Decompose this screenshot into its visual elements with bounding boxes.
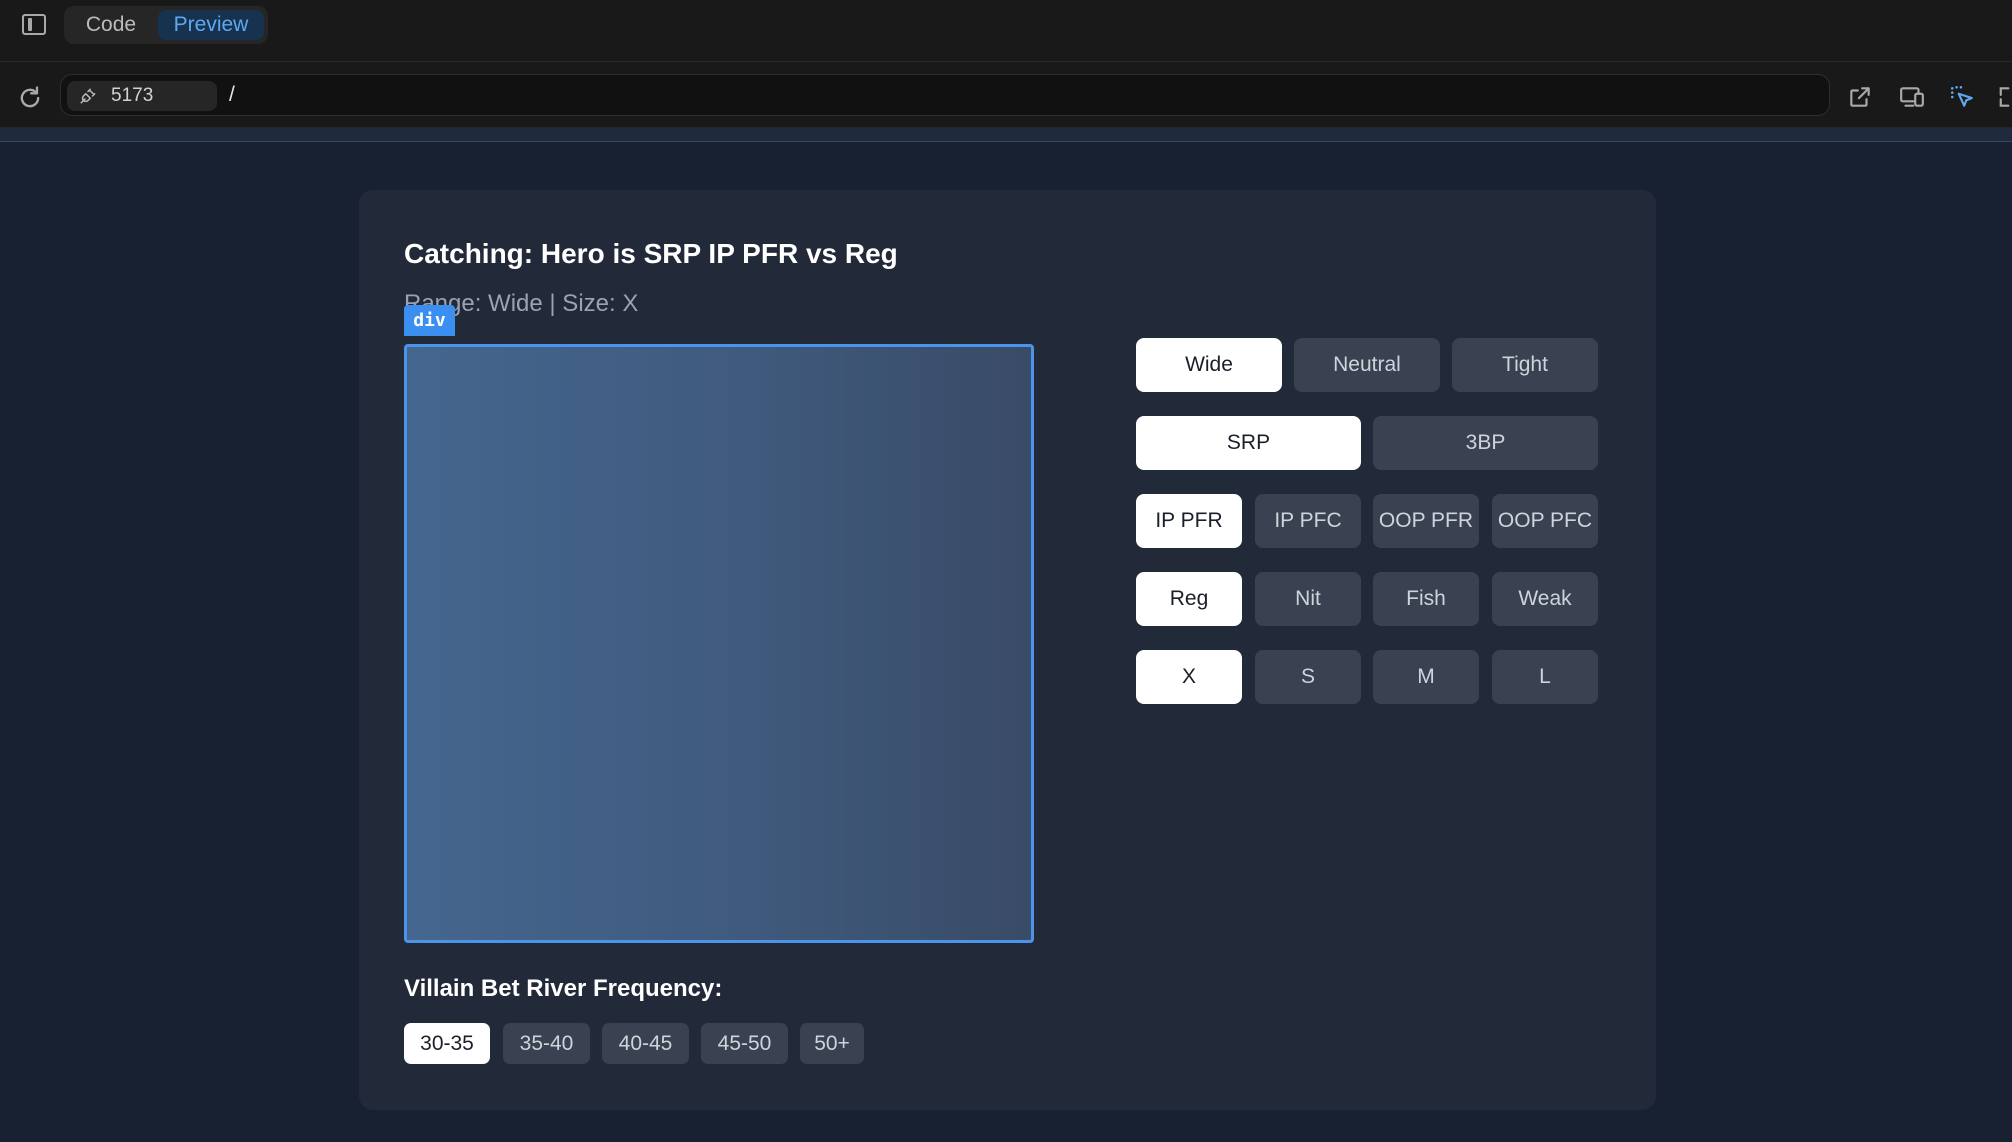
frequency-45-50-button[interactable]: 45-50 — [701, 1023, 788, 1064]
range-neutral-button[interactable]: Neutral — [1294, 338, 1440, 392]
page-title: Catching: Hero is SRP IP PFR vs Reg — [404, 238, 898, 269]
frequency-label: Villain Bet River Frequency: — [404, 975, 723, 1002]
frequency-50-plus-button[interactable]: 50+ — [800, 1023, 864, 1064]
preview-top-strip — [0, 128, 2012, 142]
url-field[interactable]: 5173 / — [60, 74, 1830, 116]
editor-topbar: Code Preview — [0, 0, 2012, 62]
element-picker-icon[interactable] — [1948, 84, 1976, 110]
tab-code[interactable]: Code — [76, 10, 146, 40]
sidebar-toggle-icon[interactable] — [22, 14, 46, 35]
frequency-30-35-button[interactable]: 30-35 — [404, 1023, 490, 1064]
trainer-card: Catching: Hero is SRP IP PFR vs Reg Rang… — [359, 190, 1656, 1110]
villain-weak-button[interactable]: Weak — [1492, 572, 1598, 626]
position-oop-pfr-button[interactable]: OOP PFR — [1373, 494, 1479, 548]
inspector-element-tag: div — [404, 305, 455, 336]
port-chip[interactable]: 5173 — [67, 81, 217, 111]
size-s-button[interactable]: S — [1255, 650, 1361, 704]
range-preview-panel[interactable] — [404, 344, 1034, 943]
villain-nit-button[interactable]: Nit — [1255, 572, 1361, 626]
view-tabs: Code Preview — [64, 6, 268, 44]
position-ip-pfr-button[interactable]: IP PFR — [1136, 494, 1242, 548]
size-m-button[interactable]: M — [1373, 650, 1479, 704]
reload-icon[interactable] — [16, 84, 44, 112]
size-x-button[interactable]: X — [1136, 650, 1242, 704]
url-path[interactable]: / — [229, 75, 235, 115]
tab-preview[interactable]: Preview — [158, 10, 264, 40]
position-ip-pfc-button[interactable]: IP PFC — [1255, 494, 1361, 548]
pot-srp-button[interactable]: SRP — [1136, 416, 1361, 470]
position-oop-pfc-button[interactable]: OOP PFC — [1492, 494, 1598, 548]
port-number: 5173 — [111, 85, 154, 106]
villain-reg-button[interactable]: Reg — [1136, 572, 1242, 626]
frequency-35-40-button[interactable]: 35-40 — [503, 1023, 590, 1064]
device-preview-icon[interactable] — [1898, 84, 1926, 110]
preview-addressbar: 5173 / — [0, 62, 2012, 128]
plug-icon — [80, 88, 96, 104]
size-l-button[interactable]: L — [1492, 650, 1598, 704]
villain-fish-button[interactable]: Fish — [1373, 572, 1479, 626]
pot-3bp-button[interactable]: 3BP — [1373, 416, 1598, 470]
range-tight-button[interactable]: Tight — [1452, 338, 1598, 392]
range-wide-button[interactable]: Wide — [1136, 338, 1282, 392]
frequency-40-45-button[interactable]: 40-45 — [602, 1023, 689, 1064]
open-external-icon[interactable] — [1846, 84, 1874, 110]
fullscreen-icon[interactable] — [1996, 84, 2012, 110]
